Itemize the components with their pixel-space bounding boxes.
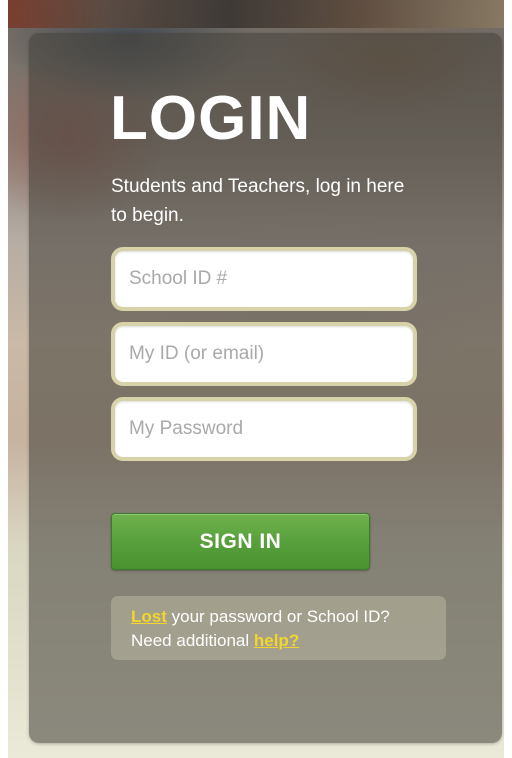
left-margin [0,0,8,758]
login-subtitle: Students and Teachers, log in here to be… [111,176,405,226]
school-id-input[interactable] [115,251,413,307]
help-line: Need additional help? [131,629,446,653]
lost-link[interactable]: Lost [131,607,167,626]
sign-in-button[interactable]: SIGN IN [111,513,370,570]
lost-text: your password or School ID? [166,607,390,626]
password-input[interactable] [115,401,413,457]
school-id-field[interactable] [111,247,417,311]
user-id-input[interactable] [115,326,413,382]
page-title: LOGIN [110,84,312,153]
help-link[interactable]: help? [254,631,299,650]
login-screen: LOGIN Students and Teachers, log in here… [0,0,512,758]
lost-line: Lost your password or School ID? [131,605,446,629]
right-margin [504,0,512,758]
help-box: Lost your password or School ID? Need ad… [111,596,446,660]
need-text: Need additional [131,631,254,650]
user-id-field[interactable] [111,322,417,386]
password-field[interactable] [111,397,417,461]
background-photo-top [8,0,504,28]
